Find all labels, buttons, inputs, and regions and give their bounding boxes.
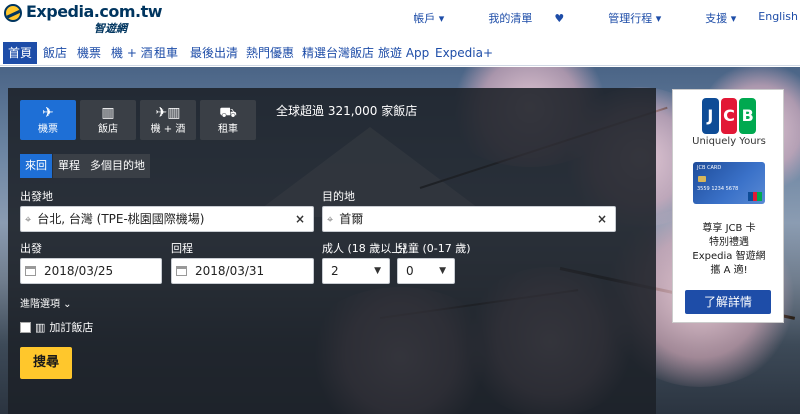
nav-hotels[interactable]: 飯店 bbox=[38, 42, 72, 64]
calendar-icon bbox=[176, 265, 187, 276]
nav-flights[interactable]: 機票 bbox=[72, 42, 106, 64]
nav-app[interactable]: 旅遊 App bbox=[373, 42, 434, 64]
account-link[interactable]: 帳戶 ▾ bbox=[391, 10, 444, 26]
building-icon: ▥ bbox=[101, 105, 115, 121]
nav-cars[interactable]: 租車 bbox=[149, 42, 183, 64]
jcb-ad[interactable]: J C B Uniquely Yours JCB CARD 3559 1234 … bbox=[672, 89, 784, 323]
tab-flights[interactable]: ✈ 機票 bbox=[20, 100, 76, 140]
add-hotel-checkbox[interactable] bbox=[20, 321, 31, 333]
jcb-badge-icon bbox=[748, 192, 763, 201]
tab-cars[interactable]: ⛟ 租車 bbox=[200, 100, 256, 140]
return-date-input[interactable]: 2018/03/31 bbox=[171, 258, 314, 284]
return-label: 回程 bbox=[171, 242, 193, 255]
tab-flight-hotel[interactable]: ✈▥ 機 + 酒 bbox=[140, 100, 196, 140]
clear-destination-icon[interactable]: × bbox=[597, 207, 607, 231]
support-link[interactable]: 支援 ▾ bbox=[683, 10, 736, 26]
site-header: Expedia.com.tw 智遊網 帳戶 ▾ 我的清單 ♥ 管理行程 ▾ 支援 … bbox=[0, 0, 800, 38]
clear-origin-icon[interactable]: × bbox=[295, 207, 305, 231]
car-icon: ⛟ bbox=[219, 105, 237, 121]
my-list-link[interactable]: 我的清單 ♥ bbox=[466, 10, 564, 26]
nav-deals[interactable]: 熱門優惠 bbox=[241, 42, 299, 64]
ad-tagline: Uniquely Yours bbox=[692, 136, 766, 147]
adults-select[interactable]: 2 ▼ bbox=[322, 258, 390, 284]
hotel-count-tagline: 全球超過 321,000 家飯店 bbox=[276, 104, 418, 118]
calendar-icon bbox=[25, 265, 36, 276]
nav-home[interactable]: 首頁 bbox=[3, 42, 38, 64]
expedia-logo[interactable]: Expedia.com.tw bbox=[4, 2, 163, 22]
english-link[interactable]: English bbox=[758, 10, 798, 26]
trip-oneway[interactable]: 單程 bbox=[53, 154, 85, 178]
nav-last-minute[interactable]: 最後出清 bbox=[185, 42, 243, 64]
trip-multicity[interactable]: 多個目的地 bbox=[85, 154, 150, 178]
ad-text: 尊享 JCB 卡 特別禮遇 Expedia 智遊網 攜 A 適! bbox=[692, 223, 766, 276]
heart-icon: ♥ bbox=[554, 12, 565, 25]
advanced-options-toggle[interactable]: 進階選項 ⌄ bbox=[20, 295, 72, 310]
search-button[interactable]: 搜尋 bbox=[20, 347, 72, 379]
building-icon: ▥ bbox=[35, 320, 46, 334]
search-panel: ✈ 機票 ▥ 飯店 ✈▥ 機 + 酒 ⛟ 租車 全球超過 321,000 家飯店… bbox=[8, 88, 656, 414]
chevron-down-icon: ⌄ bbox=[60, 299, 72, 310]
logo-text: Expedia.com.tw bbox=[26, 2, 163, 21]
destination-label: 目的地 bbox=[322, 190, 355, 203]
expedia-globe-icon bbox=[4, 4, 22, 22]
chevron-down-icon: ▼ bbox=[439, 266, 446, 276]
card-chip-icon bbox=[698, 176, 706, 182]
plane-building-icon: ✈▥ bbox=[155, 105, 181, 121]
main-nav: 首頁 飯店 機票 機 + 酒 租車 最後出清 熱門優惠 精選台灣飯店 旅遊 Ap… bbox=[0, 38, 800, 66]
adults-label: 成人 (18 歲以上) bbox=[322, 242, 407, 255]
origin-label: 出發地 bbox=[20, 190, 53, 203]
chevron-down-icon: ▼ bbox=[374, 266, 381, 276]
nav-expedia-plus[interactable]: Expedia+ bbox=[430, 42, 498, 64]
children-select[interactable]: 0 ▼ bbox=[397, 258, 455, 284]
learn-more-button[interactable]: 了解詳情 bbox=[685, 290, 771, 314]
nav-taiwan-hotels[interactable]: 精選台灣飯店 bbox=[297, 42, 379, 64]
origin-input[interactable]: ⌖ 台北, 台灣 (TPE-桃園國際機場) × bbox=[20, 206, 314, 232]
location-pin-icon: ⌖ bbox=[327, 213, 334, 226]
account-links: 帳戶 ▾ 我的清單 ♥ 管理行程 ▾ 支援 ▾ English bbox=[369, 10, 798, 26]
depart-label: 出發 bbox=[20, 242, 42, 255]
depart-date-input[interactable]: 2018/03/25 bbox=[20, 258, 162, 284]
tab-hotels[interactable]: ▥ 飯店 bbox=[80, 100, 136, 140]
trip-roundtrip[interactable]: 來回 bbox=[20, 154, 52, 178]
plane-icon: ✈ bbox=[42, 105, 54, 121]
logo-subtitle: 智遊網 bbox=[94, 22, 127, 35]
manage-trips-link[interactable]: 管理行程 ▾ bbox=[586, 10, 661, 26]
location-pin-icon: ⌖ bbox=[25, 213, 32, 226]
children-label: 兒童 (0-17 歲) bbox=[397, 242, 471, 255]
jcb-card-image: JCB CARD 3559 1234 5678 bbox=[693, 162, 765, 204]
add-hotel-option[interactable]: ▥ 加訂飯店 bbox=[20, 319, 93, 335]
destination-input[interactable]: ⌖ 首爾 × bbox=[322, 206, 616, 232]
jcb-logo: J C B bbox=[701, 98, 757, 134]
